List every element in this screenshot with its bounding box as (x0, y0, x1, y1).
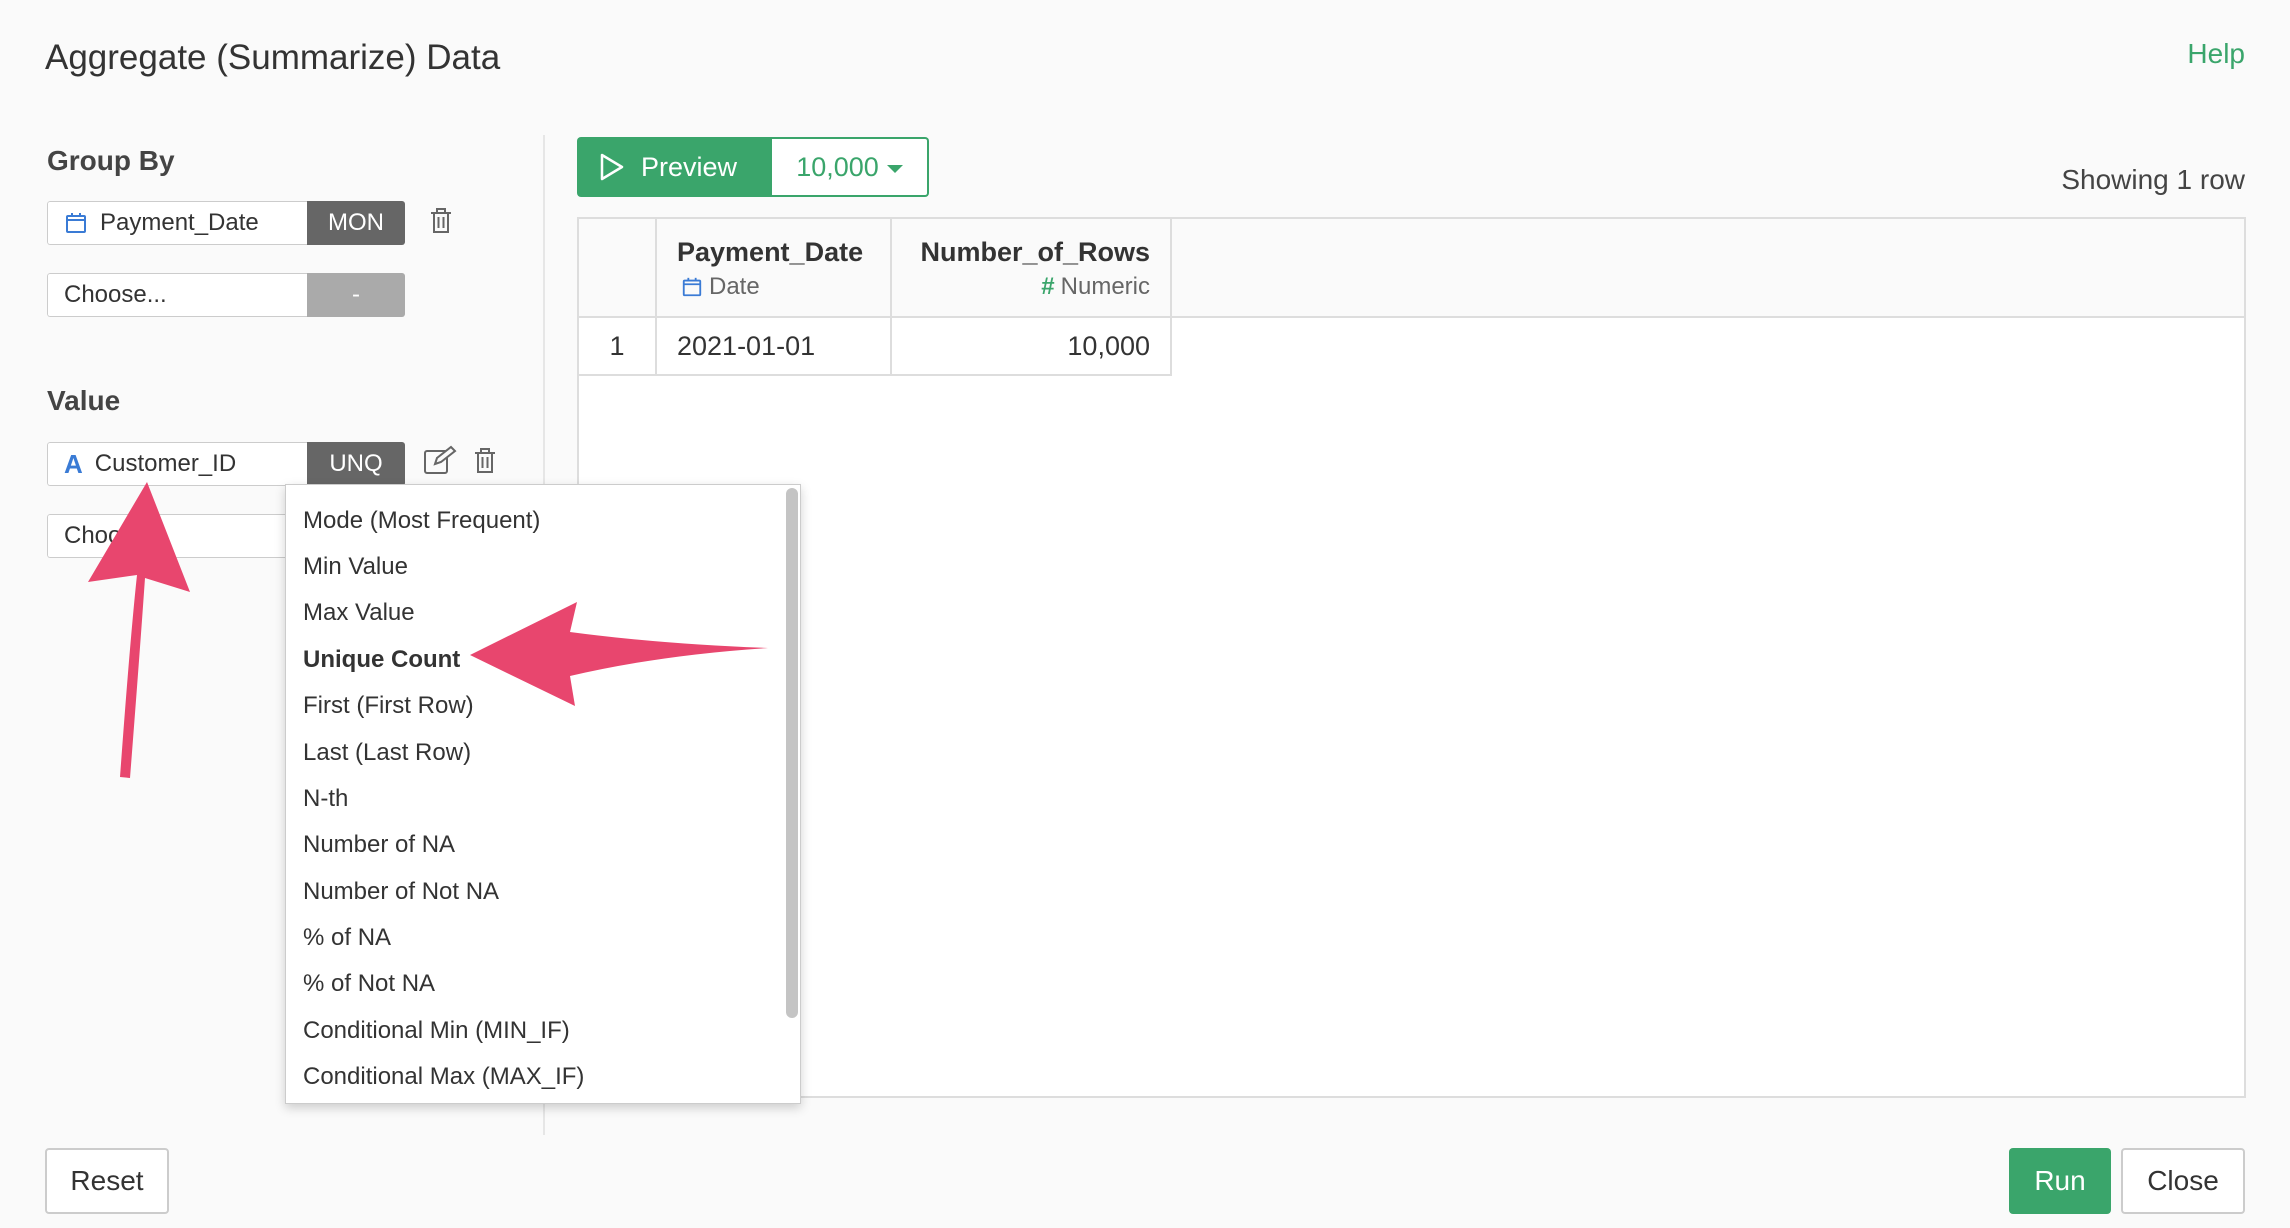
edit-icon[interactable] (423, 445, 457, 475)
calendar-icon (682, 277, 702, 297)
character-type-icon: A (64, 448, 83, 479)
group-by-field-payment-date[interactable]: Payment_Date MON (47, 201, 405, 245)
group-by-column-select[interactable]: Payment_Date (47, 201, 307, 245)
menu-item-conditional-min[interactable]: Conditional Min (MIN_IF) (303, 1017, 570, 1045)
preview-button-label: Preview (641, 151, 738, 182)
group-by-function-button[interactable]: MON (307, 201, 405, 245)
close-button[interactable]: Close (2121, 1148, 2245, 1214)
column-type: Date (681, 273, 760, 301)
preview-button[interactable]: Preview (577, 137, 772, 197)
menu-item-first[interactable]: First (First Row) (303, 692, 474, 720)
menu-item-percent-not-na[interactable]: % of Not NA (303, 970, 435, 998)
column-header-number-of-rows[interactable]: Number_of_Rows # Numeric (892, 219, 1172, 318)
column-name: Payment_Date (677, 237, 864, 267)
value-choose-placeholder: Choose... (64, 522, 167, 549)
group-by-choose-select[interactable]: Choose... (47, 273, 307, 317)
trash-icon[interactable] (472, 447, 498, 475)
trash-icon[interactable] (428, 207, 454, 235)
calendar-icon (66, 213, 86, 233)
column-type: # Numeric (1041, 273, 1150, 301)
column-name: Number_of_Rows (920, 237, 1150, 267)
caret-down-icon (886, 164, 903, 173)
dialog-title: Aggregate (Summarize) Data (45, 38, 501, 77)
group-by-field-empty[interactable]: Choose... - (47, 273, 405, 317)
row-index-header (579, 219, 657, 318)
group-by-column-name: Payment_Date (100, 209, 259, 236)
help-link[interactable]: Help (2187, 38, 2245, 70)
row-limit-value: 10,000 (796, 151, 879, 182)
row-limit-dropdown[interactable]: 10,000 (772, 137, 929, 197)
row-count-status: Showing 1 row (2061, 164, 2245, 195)
aggregation-function-menu: Mode (Most Frequent) Min Value Max Value… (285, 484, 801, 1104)
value-function-button[interactable]: UNQ (307, 442, 405, 486)
menu-item-unique-count[interactable]: Unique Count (303, 646, 460, 674)
menu-item-min-value[interactable]: Min Value (303, 553, 408, 581)
row-index: 1 (579, 318, 657, 376)
column-type-label: Date (709, 273, 760, 300)
preview-controls: Preview 10,000 (577, 137, 929, 197)
menu-item-percent-na[interactable]: % of NA (303, 924, 391, 952)
menu-item-conditional-max[interactable]: Conditional Max (MAX_IF) (303, 1063, 584, 1091)
menu-item-nth[interactable]: N-th (303, 785, 348, 813)
table-cell[interactable]: 10,000 (892, 318, 1172, 376)
run-button[interactable]: Run (2009, 1148, 2111, 1214)
value-column-select[interactable]: A Customer_ID (47, 442, 307, 486)
menu-item-number-of-not-na[interactable]: Number of Not NA (303, 878, 499, 906)
preview-table: Payment_Date Date Number_of_Rows # Numer… (577, 217, 2246, 1098)
value-field-customer-id[interactable]: A Customer_ID UNQ (47, 442, 405, 486)
play-icon (600, 153, 624, 181)
menu-item-last[interactable]: Last (Last Row) (303, 739, 471, 767)
menu-item-max-value[interactable]: Max Value (303, 599, 415, 627)
menu-scrollbar[interactable] (786, 488, 798, 1018)
table-cell[interactable]: 2021-01-01 (657, 318, 892, 376)
column-type-label: Numeric (1060, 273, 1150, 300)
menu-item-mode[interactable]: Mode (Most Frequent) (303, 507, 540, 535)
group-by-label: Group By (47, 145, 175, 176)
value-column-name: Customer_ID (94, 450, 237, 477)
value-label: Value (47, 385, 121, 416)
hash-icon: # (1041, 273, 1055, 300)
column-header-payment-date[interactable]: Payment_Date Date (657, 219, 892, 318)
menu-item-number-of-na[interactable]: Number of NA (303, 831, 455, 859)
group-by-function-button-disabled: - (307, 273, 405, 317)
value-choose-select[interactable]: Choose... (47, 514, 307, 558)
reset-button[interactable]: Reset (45, 1148, 169, 1214)
group-by-choose-placeholder: Choose... (64, 281, 167, 308)
